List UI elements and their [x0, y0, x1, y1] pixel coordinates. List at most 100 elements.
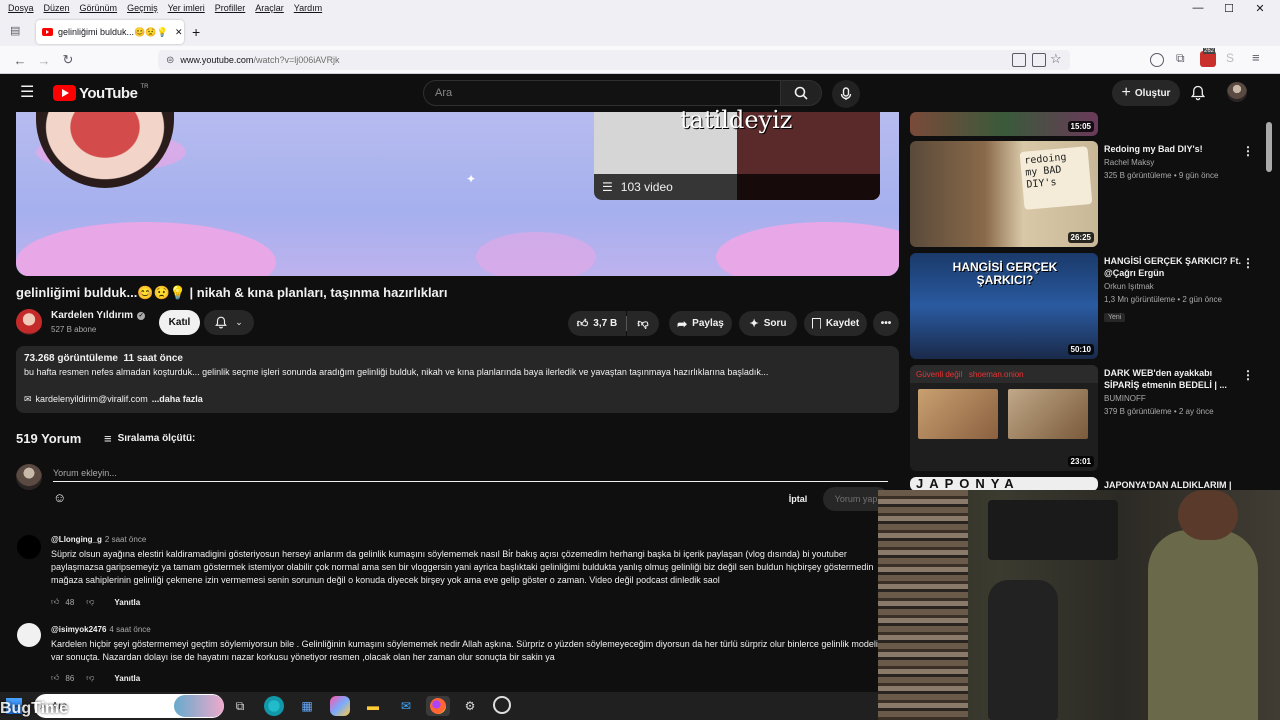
comment-input[interactable]: Yorum ekleyin...	[53, 464, 888, 482]
tab-list-icon[interactable]: ▤	[10, 24, 26, 40]
related-meta: 1,3 Mn görüntüleme • 2 gün önce	[1104, 295, 1222, 304]
copilot-icon[interactable]	[330, 696, 350, 716]
search-input[interactable]: Ara	[423, 80, 781, 106]
reader-view-icon[interactable]	[1012, 53, 1026, 67]
save-button[interactable]: Kaydet	[804, 311, 867, 336]
reply-button[interactable]: Yanıtla	[114, 674, 140, 683]
close-window-icon[interactable]: ✕	[1244, 0, 1276, 16]
related-title[interactable]: Redoing my Bad DIY's!	[1104, 143, 1244, 155]
related-thumbnail[interactable]: JAPONYA	[910, 477, 1098, 491]
more-vertical-icon[interactable]: ⋮	[1242, 144, 1254, 158]
channel-name[interactable]: Kardelen Yıldırım	[51, 310, 133, 321]
comment-author[interactable]: @isimyok2476	[51, 625, 106, 634]
commenter-avatar[interactable]	[17, 535, 41, 559]
extension-s-icon[interactable]: S	[1226, 51, 1234, 65]
like-button[interactable]: 👍︎ 3,7 B	[568, 311, 626, 336]
search-button[interactable]	[780, 80, 822, 106]
related-thumbnail[interactable]: 15:05	[910, 112, 1098, 136]
youtube-logo[interactable]: YouTube TR	[53, 84, 148, 102]
menu-file[interactable]: Dosya	[8, 3, 34, 13]
plus-icon: +	[1121, 84, 1131, 101]
bell-icon	[215, 316, 228, 329]
related-title[interactable]: DARK WEB'den ayakkabı SİPARİŞ etmenin BE…	[1104, 367, 1244, 391]
obs-icon[interactable]	[493, 696, 511, 714]
scrollbar-thumb[interactable]	[1266, 122, 1272, 172]
menu-history[interactable]: Geçmiş	[127, 3, 158, 13]
microphone-icon	[840, 87, 852, 100]
mail-icon[interactable]: ✉	[396, 696, 416, 716]
thumbs-up-icon: 👍︎	[576, 318, 589, 330]
related-channel[interactable]: BUMINOFF	[1104, 393, 1146, 405]
create-button[interactable]: + Oluştur	[1112, 80, 1180, 106]
extension-ublock-icon[interactable]: 262	[1200, 48, 1216, 67]
thumbs-down-icon[interactable]: 👎︎	[86, 673, 94, 683]
notifications-button[interactable]	[1187, 82, 1209, 104]
reload-icon[interactable]: ↻	[58, 50, 78, 70]
commenter-avatar[interactable]	[17, 623, 41, 647]
subscription-notification-button[interactable]: ⌄	[204, 310, 254, 335]
menu-profiles[interactable]: Profiller	[215, 3, 246, 13]
menu-bookmarks[interactable]: Yer imleri	[168, 3, 205, 13]
menu-view[interactable]: Görünüm	[80, 3, 118, 13]
more-vertical-icon[interactable]: ⋮	[1242, 256, 1254, 270]
minimize-icon[interactable]: —	[1182, 0, 1214, 16]
account-icon[interactable]	[1150, 53, 1164, 67]
comment-author[interactable]: @Llonging_g	[51, 535, 102, 544]
address-bar[interactable]: ⊜ www.youtube.com/watch?v=lj006iAVRjk	[158, 50, 1070, 70]
site-info-icon[interactable]: ⊜	[166, 55, 174, 66]
store-icon[interactable]: ▦	[297, 696, 317, 716]
thumbs-down-icon[interactable]: 👎︎	[86, 597, 94, 607]
maximize-icon[interactable]: ☐	[1213, 0, 1245, 16]
firefox-icon[interactable]	[426, 696, 450, 716]
account-avatar[interactable]	[1227, 82, 1247, 102]
pocket-icon[interactable]	[1032, 53, 1046, 67]
channel-avatar[interactable]	[16, 309, 42, 335]
cancel-button[interactable]: İptal	[780, 489, 816, 509]
menu-help[interactable]: Yardım	[294, 3, 322, 13]
channel-name-row[interactable]: Kardelen Yıldırım ✓	[51, 310, 146, 321]
share-button[interactable]: ➦ Paylaş	[669, 311, 732, 336]
extensions-icon[interactable]: ⧉	[1176, 51, 1185, 66]
related-channel[interactable]: Orkun Işıtmak	[1104, 281, 1154, 293]
shoe-image	[918, 389, 998, 439]
forward-icon[interactable]: →	[34, 50, 54, 70]
related-thumbnail[interactable]: Güvenli değil shoeman.onion 23:01	[910, 365, 1098, 471]
join-button[interactable]: Katıl	[159, 310, 200, 335]
task-view-icon[interactable]: ⧉	[230, 696, 250, 716]
tab-close-icon[interactable]: ✕	[175, 27, 183, 38]
emoji-icon[interactable]: ☺	[53, 490, 69, 506]
file-explorer-icon[interactable]: ▬	[363, 696, 383, 716]
bookmark-star-icon[interactable]: ☆	[1050, 51, 1062, 67]
show-more-link[interactable]: ...daha fazla	[152, 394, 203, 405]
dislike-button[interactable]: 👎︎	[627, 311, 659, 336]
page-scrollbar[interactable]	[1263, 112, 1275, 492]
more-actions-button[interactable]: •••	[873, 311, 899, 336]
thumbs-up-icon[interactable]: 👍︎	[51, 673, 59, 683]
back-icon[interactable]: ←	[10, 50, 30, 70]
thumb-headline: JAPONYA	[916, 477, 1020, 491]
app-menu-icon[interactable]: ≡	[1252, 50, 1260, 65]
envelope-icon: ✉	[24, 394, 32, 404]
menu-edit[interactable]: Düzen	[44, 3, 70, 13]
menu-tools[interactable]: Araçlar	[255, 3, 284, 13]
hamburger-menu-icon[interactable]: ☰	[20, 84, 34, 102]
related-title[interactable]: HANGİSİ GERÇEK ŞARKICI? Ft. @Çağrı Ergün	[1104, 255, 1244, 279]
new-tab-icon[interactable]: +	[192, 24, 206, 40]
browser-tab[interactable]: gelinliğimi bulduk...😊😟💡 | nik ✕	[36, 20, 184, 44]
more-vertical-icon[interactable]: ⋮	[1242, 368, 1254, 382]
sort-button[interactable]: ≡ Sıralama ölçütü:	[104, 431, 195, 446]
comment-time[interactable]: 2 saat önce	[105, 535, 146, 544]
comment-time[interactable]: 4 saat önce	[109, 625, 150, 634]
ask-button[interactable]: ✦ Soru	[739, 311, 797, 336]
reply-button[interactable]: Yanıtla	[114, 598, 140, 607]
description-email[interactable]: kardelenyildirim@viralif.com	[36, 394, 148, 405]
thumbs-up-icon[interactable]: 👍︎	[51, 597, 59, 607]
voice-search-button[interactable]	[832, 80, 860, 108]
settings-gear-icon[interactable]: ⚙	[460, 696, 480, 716]
comment-placeholder: Yorum ekleyin...	[53, 467, 117, 478]
edge-icon[interactable]	[264, 696, 284, 716]
related-thumbnail[interactable]: HANGİSİ GERÇEK ŞARKICI? 50:10	[910, 253, 1098, 359]
related-channel[interactable]: Rachel Maksy	[1104, 157, 1154, 169]
related-thumbnail[interactable]: redoing my BAD DIY's 26:25	[910, 141, 1098, 247]
video-duration: 15:05	[1067, 121, 1094, 132]
